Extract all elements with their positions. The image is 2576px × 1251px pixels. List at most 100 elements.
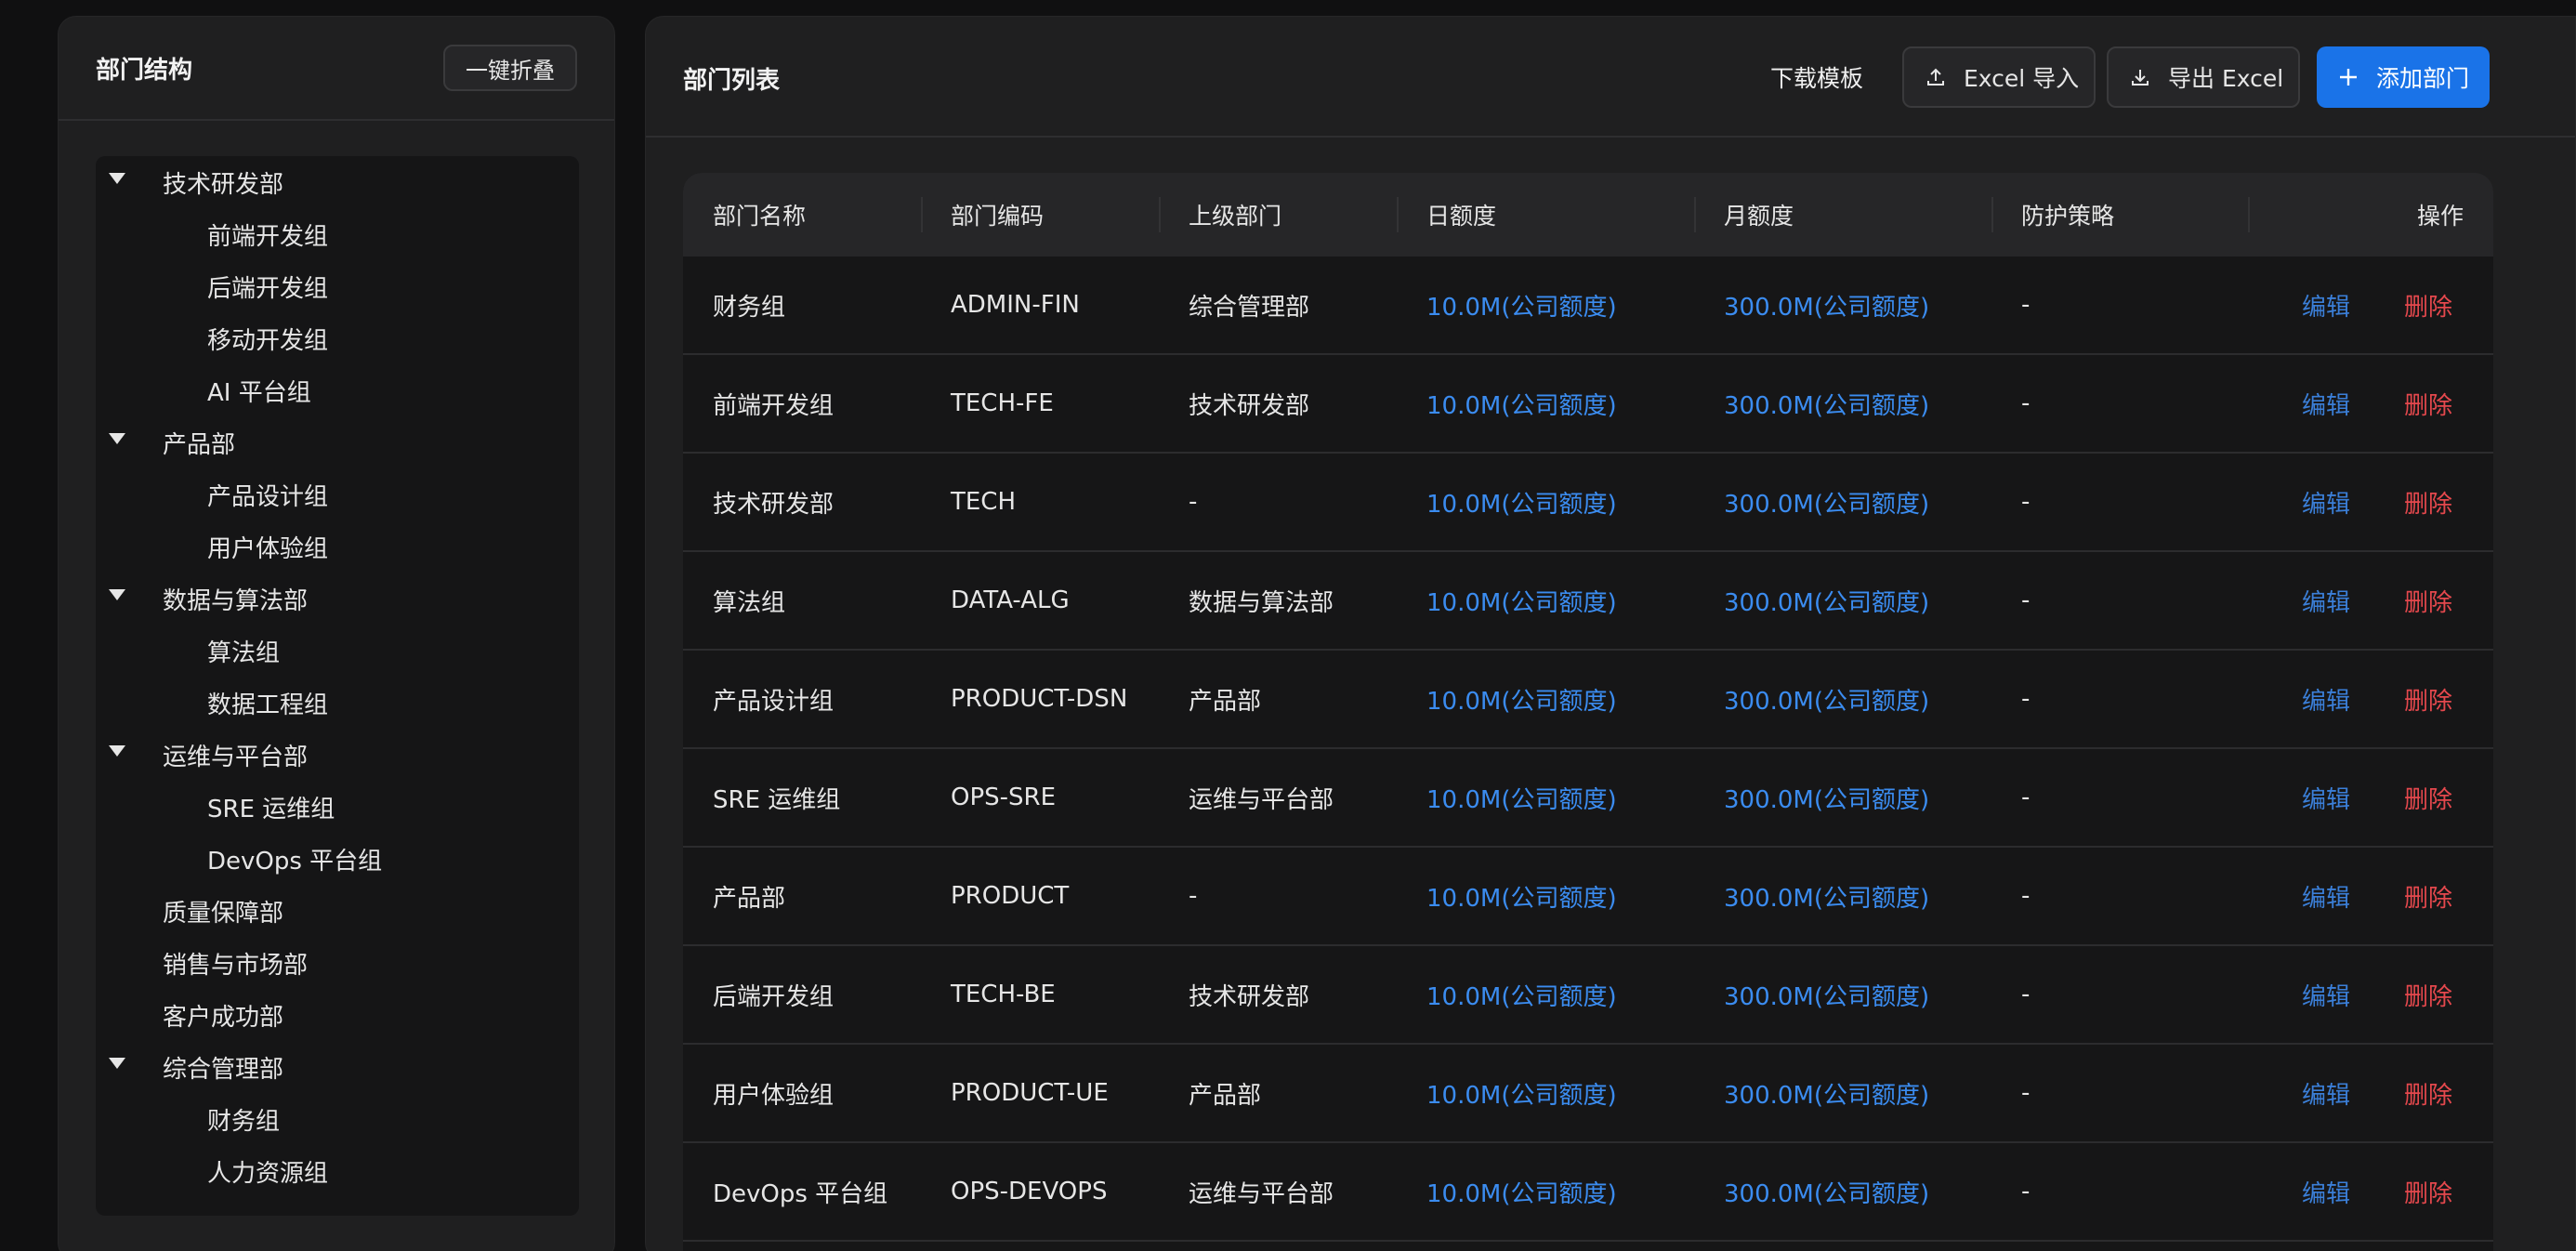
column-separator bbox=[1397, 197, 1399, 232]
tree-node[interactable]: 财务组 bbox=[96, 1093, 579, 1145]
cell-daily-quota: 10.0M(公司额度) bbox=[1426, 884, 1617, 913]
tree-node[interactable]: 产品设计组 bbox=[96, 468, 579, 520]
cell-parent: 产品部 bbox=[1189, 687, 1262, 716]
cell-policy: - bbox=[2021, 291, 2031, 319]
edit-link[interactable]: 编辑 bbox=[2302, 1143, 2350, 1240]
upload-icon bbox=[1927, 68, 1944, 86]
delete-link[interactable]: 删除 bbox=[2404, 651, 2452, 747]
cell-monthly-quota: 300.0M(公司额度) bbox=[1724, 982, 1930, 1011]
cell-policy: - bbox=[2021, 389, 2031, 417]
tree-node[interactable]: 移动开发组 bbox=[96, 312, 579, 364]
caret-down-icon[interactable] bbox=[109, 173, 125, 184]
cell-parent: 数据与算法部 bbox=[1189, 588, 1334, 617]
delete-link[interactable]: 删除 bbox=[2404, 946, 2452, 1043]
tree-node[interactable]: AI 平台组 bbox=[96, 364, 579, 416]
cell-monthly-quota: 300.0M(公司额度) bbox=[1724, 588, 1930, 617]
delete-link[interactable]: 删除 bbox=[2404, 454, 2452, 550]
tree-node[interactable]: 后端开发组 bbox=[96, 260, 579, 312]
cell-daily-quota: 10.0M(公司额度) bbox=[1426, 490, 1617, 519]
cell-name: 产品设计组 bbox=[713, 687, 835, 716]
tree-node-label: 前端开发组 bbox=[207, 222, 329, 251]
cell-monthly-quota: 300.0M(公司额度) bbox=[1724, 293, 1930, 322]
cell-daily-quota: 10.0M(公司额度) bbox=[1426, 1081, 1617, 1110]
delete-link[interactable]: 删除 bbox=[2404, 1143, 2452, 1240]
edit-link[interactable]: 编辑 bbox=[2302, 257, 2350, 353]
add-department-button[interactable]: 添加部门 bbox=[2317, 46, 2490, 108]
cell-name: 前端开发组 bbox=[713, 391, 835, 420]
caret-down-icon[interactable] bbox=[109, 589, 125, 600]
cell-daily-quota: 10.0M(公司额度) bbox=[1426, 785, 1617, 814]
tree-node[interactable]: 前端开发组 bbox=[96, 208, 579, 260]
tree-node-label: 用户体验组 bbox=[207, 534, 329, 563]
table-row: 产品设计组 PRODUCT-DSN 产品部 10.0M(公司额度) 300.0M(公司额… bbox=[683, 651, 2493, 749]
delete-link[interactable]: 删除 bbox=[2404, 257, 2452, 353]
tree-node[interactable]: 算法组 bbox=[96, 625, 579, 677]
tree-node[interactable]: 产品部 bbox=[96, 416, 579, 468]
cell-code: PRODUCT bbox=[951, 882, 1070, 910]
cell-policy: - bbox=[2021, 586, 2031, 614]
edit-link[interactable]: 编辑 bbox=[2302, 651, 2350, 747]
tree-node[interactable]: 数据工程组 bbox=[96, 677, 579, 729]
edit-link[interactable]: 编辑 bbox=[2302, 946, 2350, 1043]
department-structure-panel: 部门结构 一键折叠 技术研发部 前端开发组 后端开发组 移动开发组 AI 平台组 产品部产… bbox=[58, 16, 615, 1251]
cell-code: TECH bbox=[951, 488, 1017, 516]
cell-monthly-quota: 300.0M(公司额度) bbox=[1724, 391, 1930, 420]
delete-link[interactable]: 删除 bbox=[2404, 749, 2452, 846]
cell-name: SRE 运维组 bbox=[713, 785, 841, 814]
cell-parent: 运维与平台部 bbox=[1189, 785, 1334, 814]
column-header-policy: 防护策略 bbox=[2021, 203, 2115, 230]
cell-daily-quota: 10.0M(公司额度) bbox=[1426, 588, 1617, 617]
department-list-panel: 部门列表 下载模板 Excel 导入 导出 Excel 添加部门 部门名称 部门… bbox=[645, 16, 2576, 1251]
cell-code: PRODUCT-UE bbox=[951, 1079, 1109, 1107]
cell-policy: - bbox=[2021, 488, 2031, 516]
edit-link[interactable]: 编辑 bbox=[2302, 552, 2350, 649]
tree-node-label: 技术研发部 bbox=[163, 170, 284, 199]
collapse-all-button[interactable]: 一键折叠 bbox=[443, 45, 577, 91]
header-actions: 下载模板 Excel 导入 导出 Excel 添加部门 bbox=[1752, 46, 2576, 108]
edit-link[interactable]: 编辑 bbox=[2302, 454, 2350, 550]
export-excel-button[interactable]: 导出 Excel bbox=[2107, 46, 2300, 108]
edit-link[interactable]: 编辑 bbox=[2302, 749, 2350, 846]
download-template-link[interactable]: 下载模板 bbox=[1752, 46, 1882, 108]
department-list-title: 部门列表 bbox=[683, 67, 781, 95]
cell-daily-quota: 10.0M(公司额度) bbox=[1426, 391, 1617, 420]
plus-icon bbox=[2340, 69, 2357, 86]
edit-link[interactable]: 编辑 bbox=[2302, 848, 2350, 944]
cell-monthly-quota: 300.0M(公司额度) bbox=[1724, 785, 1930, 814]
tree-node-label: 综合管理部 bbox=[163, 1055, 284, 1084]
cell-code: ADMIN-FIN bbox=[951, 291, 1080, 319]
delete-link[interactable]: 删除 bbox=[2404, 552, 2452, 649]
tree-node[interactable]: 综合管理部 bbox=[96, 1041, 579, 1093]
delete-link[interactable]: 删除 bbox=[2404, 1045, 2452, 1141]
tree-node[interactable]: 技术研发部 bbox=[96, 156, 579, 208]
tree-node[interactable]: 运维与平台部 bbox=[96, 729, 579, 781]
tree-node[interactable]: DevOps 平台组 bbox=[96, 833, 579, 885]
tree-node-label: 算法组 bbox=[207, 639, 281, 667]
cell-name: 产品部 bbox=[713, 884, 786, 913]
tree-node[interactable]: 质量保障部 bbox=[96, 885, 579, 937]
tree-node[interactable]: 销售与市场部 bbox=[96, 937, 579, 989]
column-header-name: 部门名称 bbox=[713, 203, 807, 230]
caret-down-icon[interactable] bbox=[109, 433, 125, 444]
caret-down-icon[interactable] bbox=[109, 745, 125, 757]
tree-node[interactable]: 客户成功部 bbox=[96, 989, 579, 1041]
edit-link[interactable]: 编辑 bbox=[2302, 355, 2350, 452]
tree-node[interactable]: 人力资源组 bbox=[96, 1145, 579, 1197]
tree-node[interactable]: 数据与算法部 bbox=[96, 573, 579, 625]
tree-node[interactable]: SRE 运维组 bbox=[96, 781, 579, 833]
cell-daily-quota: 10.0M(公司额度) bbox=[1426, 293, 1617, 322]
caret-down-icon[interactable] bbox=[109, 1058, 125, 1069]
table-row: 后端开发组 TECH-BE 技术研发部 10.0M(公司额度) 300.0M(公司额度)… bbox=[683, 946, 2493, 1045]
tree-node-label: 产品设计组 bbox=[207, 482, 329, 511]
edit-link[interactable]: 编辑 bbox=[2302, 1045, 2350, 1141]
tree-node-label: 销售与市场部 bbox=[163, 951, 309, 980]
column-separator bbox=[921, 197, 923, 232]
excel-import-button[interactable]: Excel 导入 bbox=[1902, 46, 2096, 108]
cell-parent: 产品部 bbox=[1189, 1081, 1262, 1110]
delete-link[interactable]: 删除 bbox=[2404, 848, 2452, 944]
tree-node[interactable]: 用户体验组 bbox=[96, 520, 579, 573]
cell-name: 后端开发组 bbox=[713, 982, 835, 1011]
delete-link[interactable]: 删除 bbox=[2404, 355, 2452, 452]
cell-monthly-quota: 300.0M(公司额度) bbox=[1724, 687, 1930, 716]
table-row: DevOps 平台组 OPS-DEVOPS 运维与平台部 10.0M(公司额度) 300… bbox=[683, 1143, 2493, 1242]
